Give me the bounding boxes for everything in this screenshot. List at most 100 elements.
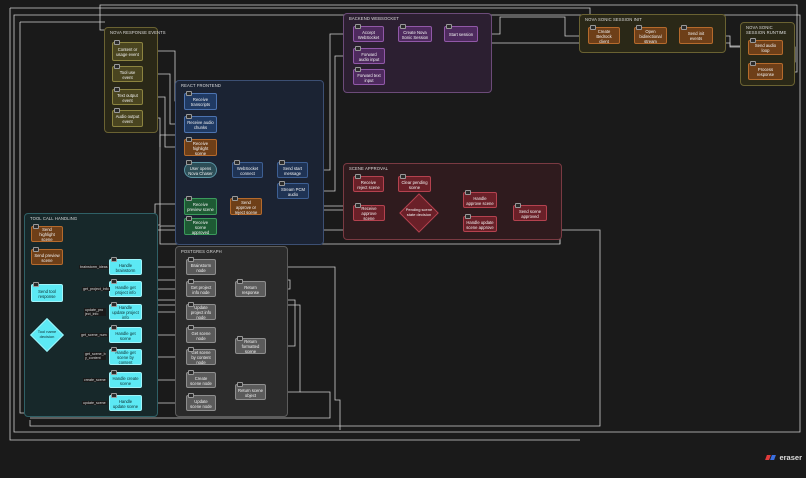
- node-label: Audio output event: [115, 114, 140, 124]
- node-tool-name-decision-label: Tool name decision: [37, 329, 57, 339]
- node-label: Return response: [241, 284, 260, 295]
- node-create-scene[interactable]: Create scene node: [186, 370, 216, 388]
- node-get-scene-by-content[interactable]: Get scene by content node: [186, 347, 216, 365]
- node-handle-update-project[interactable]: Handle update project info: [109, 302, 142, 320]
- node-update-project-info[interactable]: Update project info node: [186, 302, 216, 320]
- node-label: Return formatted scene: [241, 339, 260, 354]
- node-create-nova-session[interactable]: Create Nova Sonic Session: [398, 24, 432, 42]
- node-label: Handle update project info: [112, 305, 139, 320]
- group-title: SCENE APPROVAL: [349, 166, 389, 171]
- node-label: Update project info node: [190, 305, 212, 320]
- node-handle-update-scene[interactable]: Handle update scene: [109, 393, 142, 411]
- node-label: Update scene node: [190, 398, 212, 409]
- node-receive-approve[interactable]: Receive approve scene: [353, 203, 385, 221]
- node-label: Get scene node: [191, 330, 211, 341]
- node-open-stream[interactable]: Open bidirectional stream: [634, 25, 667, 44]
- node-label: Send preview scene: [34, 252, 60, 263]
- brand-text: eraser: [779, 453, 802, 462]
- node-handle-get-scene-content[interactable]: Handle get scene by content: [109, 347, 142, 365]
- node-label: Handle update scene: [112, 398, 139, 409]
- node-stream-pcm[interactable]: Stream PCM audio: [277, 181, 309, 199]
- node-label: Receive reject scene: [357, 179, 380, 190]
- edge-label-get-project: get_project_info: [82, 287, 110, 291]
- node-label: Receive scene approved: [191, 219, 210, 235]
- node-process-response[interactable]: Process response: [748, 61, 783, 80]
- node-handle-get-project[interactable]: Handle get project info: [109, 279, 142, 297]
- node-label: Get project info node: [190, 284, 212, 295]
- node-label: Handle create scene: [112, 375, 139, 386]
- node-brainstorm[interactable]: Brainstorm node: [186, 257, 216, 275]
- node-send-highlight[interactable]: Send highlight scene: [31, 224, 63, 242]
- eraser-logo-icon: [765, 455, 777, 460]
- node-label: Handle get scene by content: [115, 350, 136, 365]
- group-title: POSTGRES GRAPH: [181, 249, 222, 254]
- node-receive-transcripts[interactable]: Receive transcripts: [184, 91, 217, 110]
- node-send-scene-approved[interactable]: Send scene approved: [513, 203, 547, 221]
- node-label: Receive transcripts: [190, 97, 211, 107]
- node-audio-output[interactable]: Audio output event: [112, 108, 143, 127]
- group-scene-approval: SCENE APPROVAL: [343, 163, 562, 240]
- node-update-scene[interactable]: Update scene node: [186, 393, 216, 411]
- node-label: Receive approve scene: [361, 206, 377, 221]
- node-label: Send approve or reject scene: [234, 199, 258, 215]
- node-label: Create Nova Sonic Session: [401, 29, 429, 40]
- node-handle-update-approve[interactable]: Handle update scene approve: [463, 214, 497, 232]
- node-receive-highlight[interactable]: Receive highlight scene: [184, 137, 217, 156]
- node-label: Process response: [756, 67, 775, 77]
- node-forward-text[interactable]: Forward text input: [353, 67, 385, 85]
- edge-label-update-scene: update_scene: [82, 401, 107, 405]
- node-forward-audio[interactable]: Forward audio input: [353, 46, 385, 64]
- node-send-audio-loop[interactable]: Send audio loop: [748, 38, 783, 55]
- node-label: Forward text input: [357, 72, 381, 83]
- node-label: Handle update scene approve: [466, 219, 494, 230]
- node-receive-approved[interactable]: Receive scene approved: [184, 216, 217, 235]
- node-get-scene[interactable]: Get scene node: [186, 325, 216, 343]
- node-label: User opens Nova Chaser: [188, 165, 213, 176]
- node-send-start-message[interactable]: Send start message: [277, 160, 308, 178]
- node-get-project-info[interactable]: Get project info node: [186, 279, 216, 297]
- node-tool-use[interactable]: Tool use event: [112, 64, 143, 82]
- node-label: Forward audio input: [358, 51, 380, 62]
- node-send-approve-reject[interactable]: Send approve or reject scene: [230, 196, 262, 215]
- node-label: Accept WebSocket: [357, 29, 380, 40]
- node-label: Receive audio chunks: [187, 120, 214, 130]
- group-title: TOOL CALL HANDLING: [30, 216, 78, 221]
- node-create-bedrock[interactable]: Create Bedrock client: [588, 25, 620, 44]
- node-content-usage[interactable]: Content or usage event: [112, 40, 143, 61]
- node-accept-websocket[interactable]: Accept WebSocket: [353, 24, 384, 42]
- node-clear-pending[interactable]: Clear pending scene: [398, 174, 431, 192]
- node-handle-get-scene[interactable]: Handle get scene: [109, 325, 142, 343]
- node-send-init-events[interactable]: Send init events: [679, 25, 713, 44]
- node-send-tool-response[interactable]: Send tool response: [31, 282, 63, 302]
- node-return-formatted-scene[interactable]: Return formatted scene: [235, 336, 266, 354]
- node-handle-approve[interactable]: Handle approve scene: [463, 190, 497, 208]
- node-receive-reject[interactable]: Receive reject scene: [353, 174, 384, 192]
- node-label: Send start message: [282, 165, 303, 176]
- node-receive-audio[interactable]: Receive audio chunks: [184, 114, 217, 133]
- node-label: Create scene node: [190, 375, 212, 386]
- node-label: Receive preview scene: [187, 202, 214, 212]
- node-label: Clear pending scene: [401, 179, 428, 190]
- group-title: NOVA SONIC SESSION RUNTIME: [746, 25, 787, 35]
- edge-label-create-scene: create_scene: [83, 378, 107, 382]
- node-return-response[interactable]: Return response: [235, 279, 266, 297]
- node-handle-create-scene[interactable]: Handle create scene: [109, 370, 142, 388]
- node-label: Handle approve scene: [466, 195, 494, 206]
- node-label: Stream PCM audio: [281, 186, 305, 197]
- node-label: Handle get project info: [115, 284, 136, 295]
- node-handle-brainstorm[interactable]: Handle brainstorm: [109, 257, 142, 275]
- node-user-opens[interactable]: User opens Nova Chaser: [184, 160, 217, 178]
- group-title: REACT FRONTEND: [181, 83, 221, 88]
- node-label: Return scene object: [238, 387, 263, 398]
- node-websocket-connect[interactable]: WebSocket connect: [232, 160, 263, 178]
- node-label: Content or usage event: [116, 47, 139, 57]
- node-send-preview[interactable]: Send preview scene: [31, 247, 63, 265]
- node-start-session[interactable]: Start session: [444, 24, 478, 42]
- node-label: Handle get scene: [115, 330, 136, 341]
- node-return-scene-object[interactable]: Return scene object: [235, 382, 266, 400]
- node-receive-preview[interactable]: Receive preview scene: [184, 196, 217, 215]
- node-label: Create Bedrock client: [596, 28, 612, 44]
- node-text-output[interactable]: Text output event: [112, 87, 143, 105]
- eraser-logo: eraser: [765, 453, 802, 462]
- node-label: Send init events: [687, 31, 705, 41]
